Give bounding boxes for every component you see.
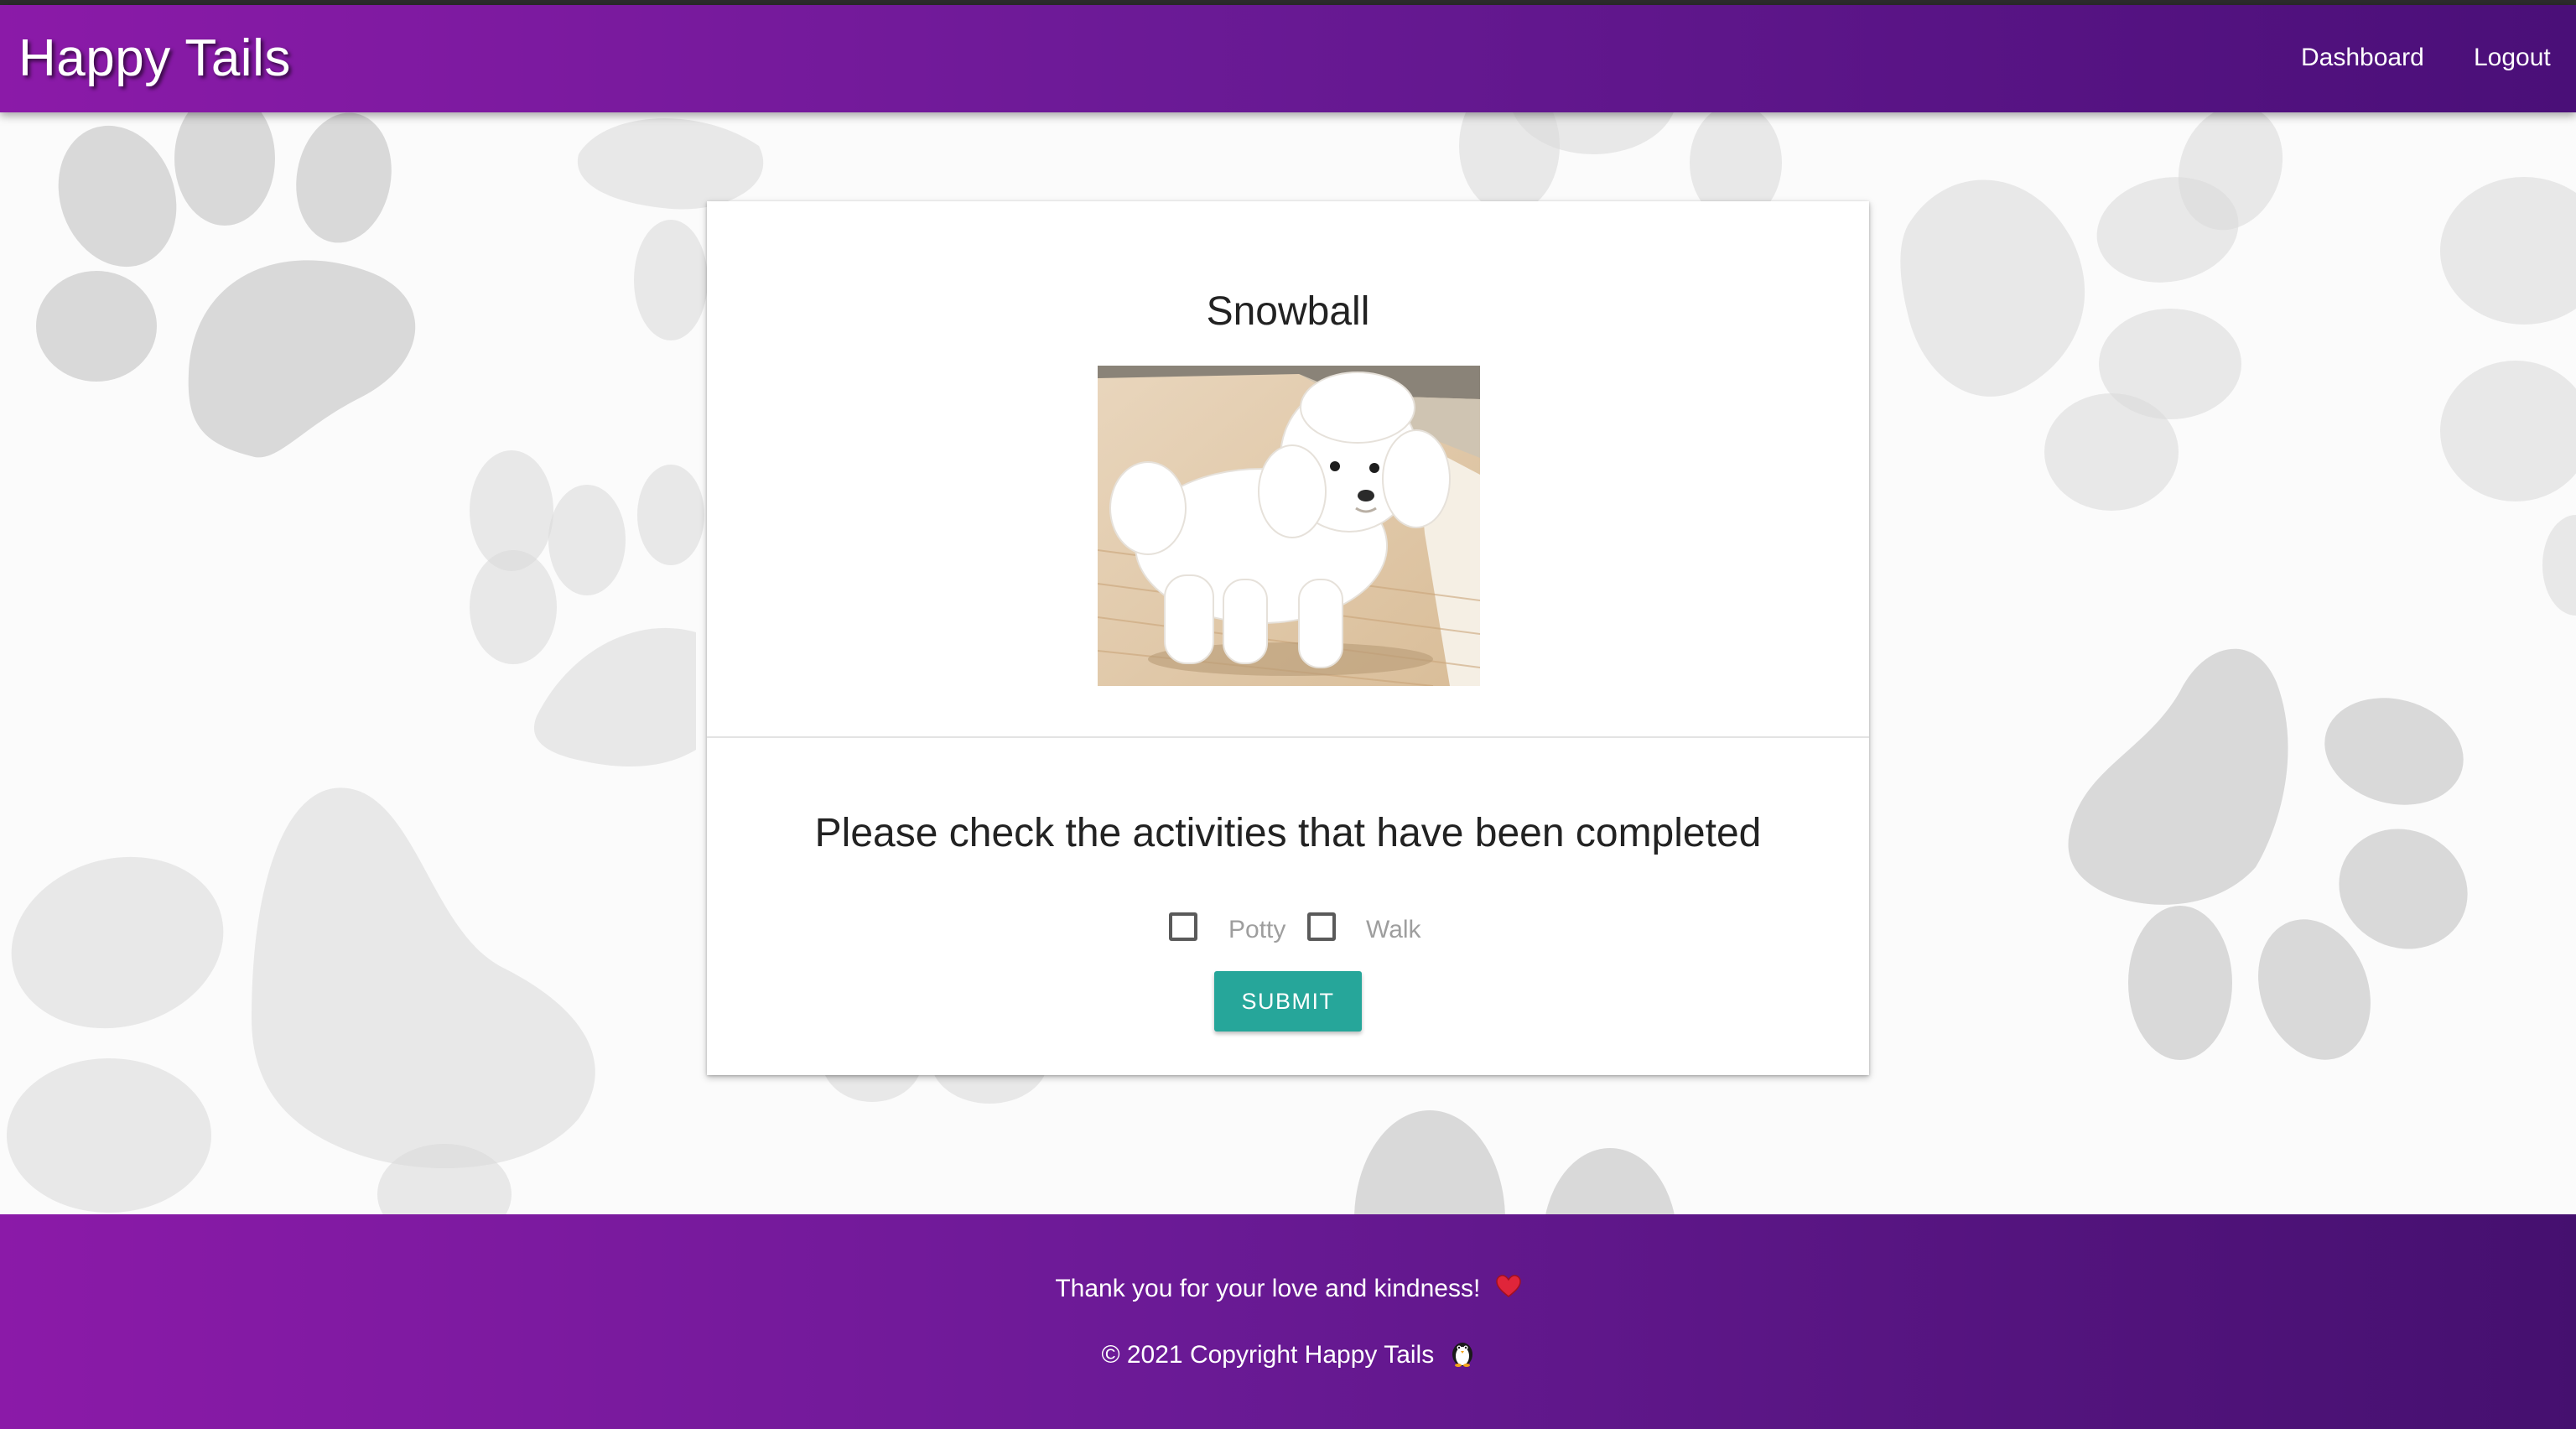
potty-checkbox-label[interactable]: Potty — [1228, 916, 1285, 944]
pet-photo — [1098, 366, 1480, 686]
nav-logout-link[interactable]: Logout — [2474, 44, 2551, 72]
nav-dashboard-link[interactable]: Dashboard — [2301, 44, 2424, 72]
submit-button[interactable]: SUBMIT — [1214, 971, 1362, 1031]
footer-copyright-text: © 2021 Copyright Happy Tails — [1101, 1340, 1435, 1369]
walk-checkbox[interactable] — [1307, 912, 1336, 941]
top-navbar: Happy Tails Dashboard Logout — [0, 5, 2576, 112]
white-poodle-photo-icon — [1098, 366, 1480, 686]
page-footer: Thank you for your love and kindness! © … — [0, 1214, 2576, 1429]
brand-logo-text[interactable]: Happy Tails — [18, 29, 291, 88]
footer-thanks-text: Thank you for your love and kindness! — [1055, 1275, 1481, 1302]
walk-checkbox-label[interactable]: Walk — [1366, 916, 1421, 944]
potty-checkbox[interactable] — [1169, 912, 1197, 941]
footer-copyright-line: © 2021 Copyright Happy Tails — [0, 1338, 2576, 1374]
heart-icon — [1495, 1275, 1521, 1305]
pet-activity-card: Snowball Please check the activities tha… — [707, 201, 1869, 1075]
pet-name-heading: Snowball — [1206, 289, 1370, 334]
footer-thanks-line: Thank you for your love and kindness! — [0, 1275, 2576, 1305]
penguin-icon — [1450, 1338, 1475, 1374]
card-divider — [707, 736, 1869, 738]
activities-prompt: Please check the activities that have be… — [814, 811, 1762, 855]
